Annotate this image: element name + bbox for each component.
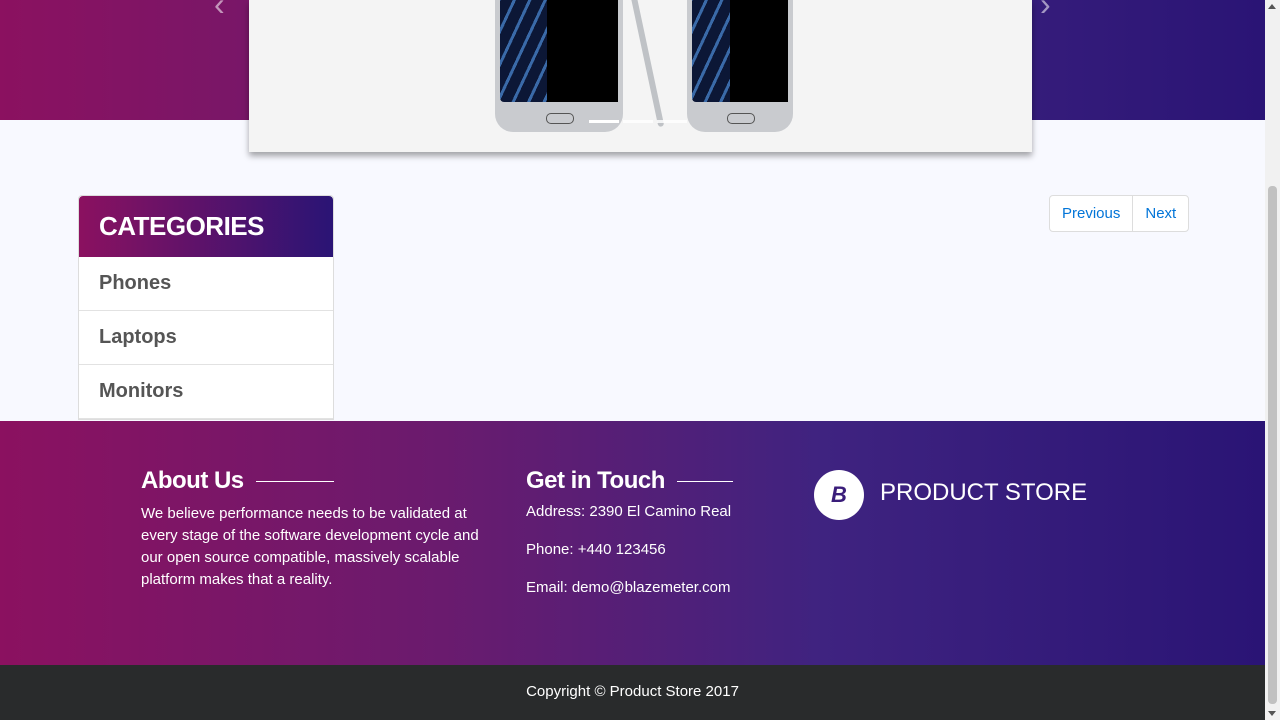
- carousel-indicators[interactable]: [589, 120, 687, 123]
- scroll-up-icon[interactable]: [1268, 4, 1276, 9]
- contact-email: Email: demo@blazemeter.com: [526, 579, 731, 596]
- contact-phone: Phone: +440 123456: [526, 541, 666, 558]
- contact-address: Address: 2390 El Camino Real: [526, 503, 732, 520]
- carousel-indicator[interactable]: [623, 120, 653, 123]
- about-heading: About Us: [141, 467, 334, 495]
- scrollbar[interactable]: [1265, 0, 1280, 720]
- categories-title[interactable]: CATEGORIES: [79, 196, 333, 257]
- category-item-laptops[interactable]: Laptops: [79, 311, 333, 365]
- brand-name: PRODUCT STORE: [880, 479, 1088, 506]
- product-carousel[interactable]: [249, 0, 1032, 152]
- copyright-bar: Copyright © Product Store 2017: [0, 665, 1265, 720]
- carousel-indicator[interactable]: [589, 120, 619, 123]
- brand-logo-icon: B: [814, 470, 864, 520]
- stylus-image: [629, 0, 665, 128]
- contact-heading: Get in Touch: [526, 467, 733, 495]
- carousel-indicator[interactable]: [657, 120, 687, 123]
- phone-image-side: [687, 0, 793, 132]
- previous-button[interactable]: Previous: [1050, 196, 1132, 231]
- scroll-down-icon[interactable]: [1268, 711, 1276, 716]
- category-item-phones[interactable]: Phones: [79, 257, 333, 311]
- categories-panel: CATEGORIES Phones Laptops Monitors: [78, 195, 334, 420]
- phone-image-front: [495, 0, 623, 132]
- carousel-prev-icon[interactable]: ‹: [214, 0, 225, 23]
- next-button[interactable]: Next: [1132, 196, 1188, 231]
- carousel-next-icon[interactable]: ›: [1040, 0, 1051, 23]
- pagination: Previous Next: [1049, 195, 1190, 232]
- footer: About Us We believe performance needs to…: [0, 421, 1265, 665]
- category-item-monitors[interactable]: Monitors: [79, 365, 333, 419]
- copyright-text: Copyright © Product Store 2017: [526, 683, 739, 700]
- scroll-thumb[interactable]: [1268, 186, 1277, 704]
- about-text: We believe performance needs to be valid…: [141, 505, 479, 588]
